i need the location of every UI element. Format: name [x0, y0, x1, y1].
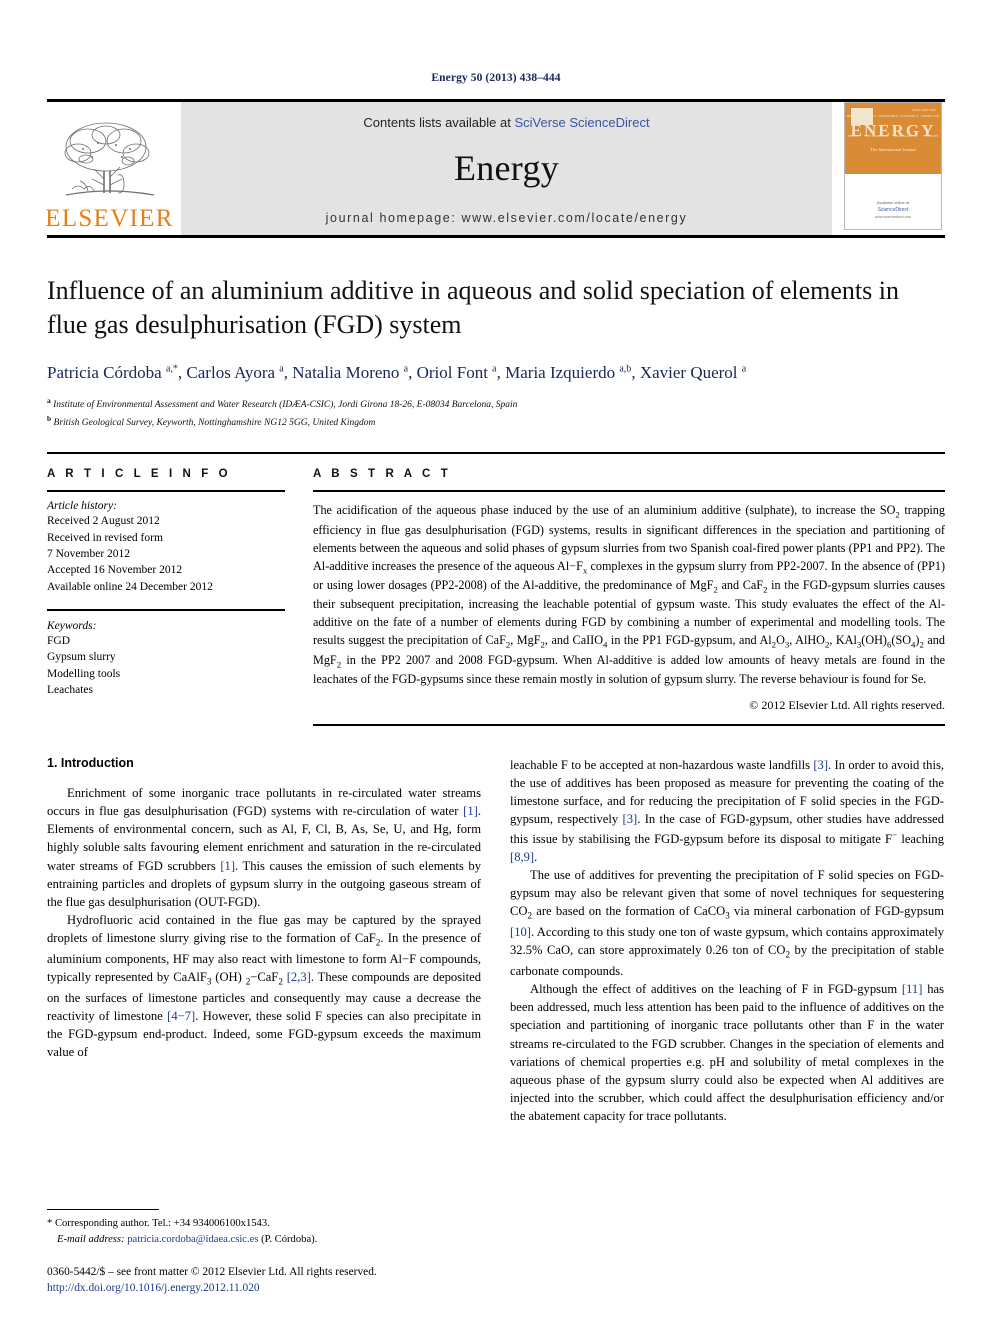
- abstract-text: The acidification of the aqueous phase i…: [313, 503, 946, 686]
- cover-subtitle: The International Journal: [870, 146, 916, 152]
- contents-prefix: Contents lists available at: [363, 115, 515, 130]
- history-item: Received 2 August 2012: [47, 515, 160, 528]
- copyright-line: © 2012 Elsevier Ltd. All rights reserved…: [749, 697, 945, 712]
- history-item: Received in revised form: [47, 531, 163, 544]
- footnote-block: * Corresponding author. Tel.: +34 934006…: [47, 1209, 481, 1297]
- elsevier-tree-icon: [64, 122, 154, 196]
- cover-available-label: Available online at: [876, 199, 910, 205]
- journal-masthead: ELSEVIER Contents lists available at Sci…: [45, 99, 945, 235]
- history-item: 7 November 2012: [47, 548, 131, 561]
- body-column-left: 1. Introduction Enrichment of some inorg…: [47, 756, 481, 1126]
- paragraph: The use of additives for preventing the …: [510, 868, 944, 978]
- affiliation-b-text: British Geological Survey, Keyworth, Not…: [53, 417, 376, 428]
- cover-title: ENERGY: [850, 121, 936, 141]
- article-info-column: A R T I C L E I N F O Article history: R…: [47, 468, 285, 725]
- page-title: Influence of an aluminium additive in aq…: [47, 276, 899, 340]
- contents-available-line: Contents lists available at SciVerse Sci…: [363, 115, 649, 130]
- keyword-item: FGD: [47, 635, 71, 648]
- email-owner: (P. Córdoba).: [261, 1233, 318, 1245]
- history-item: Available online 24 December 2012: [47, 580, 213, 593]
- keyword-item: Gypsum slurry: [47, 651, 116, 664]
- abstract-bottom-rule: [313, 723, 945, 726]
- elsevier-wordmark: ELSEVIER: [45, 205, 174, 232]
- history-item: Accepted 16 November 2012: [47, 564, 183, 577]
- cover-topic: MANAGEMENT: [894, 134, 918, 139]
- journal-cover-thumbnail: ISSN 0360-5442 THERMODYNAMICS RENEWABLE …: [841, 102, 945, 235]
- front-matter-line: 0360-5442/$ – see front matter © 2012 El…: [47, 1265, 377, 1278]
- cover-provider-url: www.sciencedirect.com: [874, 214, 912, 219]
- affiliation-a-text: Institute of Environmental Assessment an…: [53, 399, 518, 410]
- email-note: E-mail address: patricia.cordoba@idaea.c…: [47, 1232, 481, 1247]
- front-matter-block: 0360-5442/$ – see front matter © 2012 El…: [47, 1264, 481, 1297]
- cover-image: ISSN 0360-5442 THERMODYNAMICS RENEWABLE …: [844, 102, 942, 230]
- cover-topic: MODELLING: [920, 114, 940, 119]
- masthead-bottom-rule: [47, 235, 945, 238]
- keyword-item: Modelling tools: [47, 667, 121, 680]
- keyword-item: Leachates: [47, 684, 93, 696]
- cover-topic: POWER: [848, 134, 860, 139]
- cover-topics-row-2: POWER ENVIRONMENT MANAGEMENT SYSTEMS: [845, 134, 941, 138]
- info-abstract-region: A R T I C L E I N F O Article history: R…: [47, 452, 946, 726]
- running-head: Energy 50 (2013) 438–444: [431, 72, 561, 84]
- paragraph: Hydrofluoric acid contained in the flue …: [47, 913, 481, 1060]
- cover-topic: EFFICIENCY: [900, 114, 919, 119]
- journal-homepage-link[interactable]: journal homepage: www.elsevier.com/locat…: [326, 211, 688, 225]
- cover-topic: RENEWABLE: [878, 114, 899, 119]
- corresponding-author-note: * Corresponding author. Tel.: +34 934006…: [47, 1218, 270, 1230]
- cover-topic: SYSTEMS: [923, 134, 938, 139]
- journal-banner: Contents lists available at SciVerse Sci…: [181, 102, 832, 235]
- paragraph: Although the effect of additives on the …: [510, 982, 944, 1124]
- cover-top-band: ISSN 0360-5442 THERMODYNAMICS RENEWABLE …: [845, 103, 941, 174]
- cover-provider: ScienceDirect: [877, 206, 909, 213]
- paragraph: Enrichment of some inorganic trace pollu…: [47, 785, 481, 909]
- abstract-heading: A B S T R A C T: [313, 468, 452, 481]
- keywords-block: Keywords: FGD Gypsum slurry Modelling to…: [47, 609, 285, 698]
- title-block: Influence of an aluminium additive in aq…: [47, 274, 945, 430]
- email-link[interactable]: patricia.cordoba@idaea.csic.es: [127, 1234, 258, 1245]
- section-heading-introduction: 1. Introduction: [47, 755, 134, 770]
- affiliation-a: a Institute of Environmental Assessment …: [47, 395, 518, 410]
- email-label: E-mail address:: [57, 1233, 125, 1245]
- affiliation-b: b British Geological Survey, Keyworth, N…: [47, 413, 376, 428]
- cover-topic: THERMODYNAMICS: [846, 114, 877, 119]
- author-list: Patricia Córdoba a,*, Carlos Ayora a, Na…: [47, 362, 747, 382]
- paper-page: Energy 50 (2013) 438–444 ELSEVIER Conten…: [0, 0, 992, 1323]
- keywords-label: Keywords:: [47, 620, 97, 633]
- journal-title: Energy: [453, 148, 560, 188]
- affiliations: a Institute of Environmental Assessment …: [47, 395, 945, 431]
- cover-issn: ISSN 0360-5442: [912, 108, 936, 112]
- elsevier-logo: ELSEVIER: [45, 102, 174, 235]
- article-info-heading: A R T I C L E I N F O: [47, 468, 232, 481]
- body-columns: 1. Introduction Enrichment of some inorg…: [47, 756, 945, 1126]
- body-column-right: leachable F to be accepted at non-hazard…: [510, 756, 944, 1126]
- article-info-rule: [47, 490, 285, 493]
- doi-link[interactable]: http://dx.doi.org/10.1016/j.energy.2012.…: [47, 1280, 481, 1297]
- cover-topics-row-1: THERMODYNAMICS RENEWABLE EFFICIENCY MODE…: [845, 114, 941, 118]
- abstract-column: A B S T R A C T The acidification of the…: [313, 468, 946, 726]
- cover-sciencedirect-block: Available online at ScienceDirect www.sc…: [845, 200, 941, 219]
- paragraph: leachable F to be accepted at non-hazard…: [510, 757, 945, 864]
- sciencedirect-link[interactable]: SciVerse ScienceDirect: [514, 115, 649, 130]
- footnote-rule: [47, 1209, 159, 1211]
- cover-bottom-area: Available online at ScienceDirect www.sc…: [845, 173, 941, 229]
- cover-topic: ENVIRONMENT: [865, 134, 889, 139]
- article-history-label: Article history:: [47, 500, 117, 513]
- abstract-rule: [313, 490, 945, 493]
